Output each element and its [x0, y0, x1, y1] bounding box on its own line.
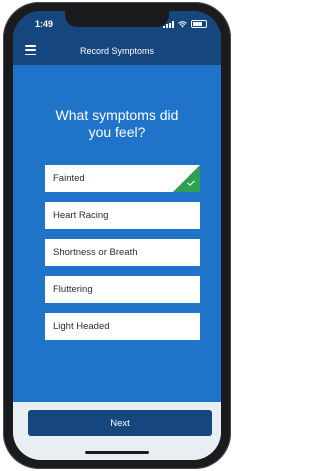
symptom-options: Fainted Heart Racing Shortness or Breath… [45, 165, 200, 350]
home-indicator [85, 451, 149, 454]
status-icons [163, 20, 207, 28]
checkmark-icon [187, 180, 195, 186]
next-button[interactable]: Next [28, 410, 212, 436]
nav-bar: Record Symptoms [13, 37, 221, 65]
option-label: Shortness or Breath [53, 247, 138, 258]
symptom-option-fainted[interactable]: Fainted [45, 165, 200, 192]
selected-corner [173, 165, 200, 192]
app-screen: 1:49 Record Symptoms What symptoms did y… [13, 11, 221, 460]
symptom-option-fluttering[interactable]: Fluttering [45, 276, 200, 303]
phone-notch [65, 11, 169, 27]
option-label: Fainted [53, 173, 85, 184]
wifi-icon [178, 20, 187, 27]
option-label: Light Headed [53, 321, 110, 332]
phone-frame: 1:49 Record Symptoms What symptoms did y… [3, 2, 231, 469]
symptom-option-heart-racing[interactable]: Heart Racing [45, 202, 200, 229]
page-title: Record Symptoms [79, 46, 155, 56]
option-label: Fluttering [53, 284, 93, 295]
symptom-option-shortness-of-breath[interactable]: Shortness or Breath [45, 239, 200, 266]
status-time: 1:49 [35, 19, 54, 29]
symptom-option-light-headed[interactable]: Light Headed [45, 313, 200, 340]
bottom-bar: Next [13, 402, 221, 460]
battery-icon [191, 20, 207, 28]
option-label: Heart Racing [53, 210, 109, 221]
question-heading: What symptoms did you feel? [55, 107, 179, 140]
